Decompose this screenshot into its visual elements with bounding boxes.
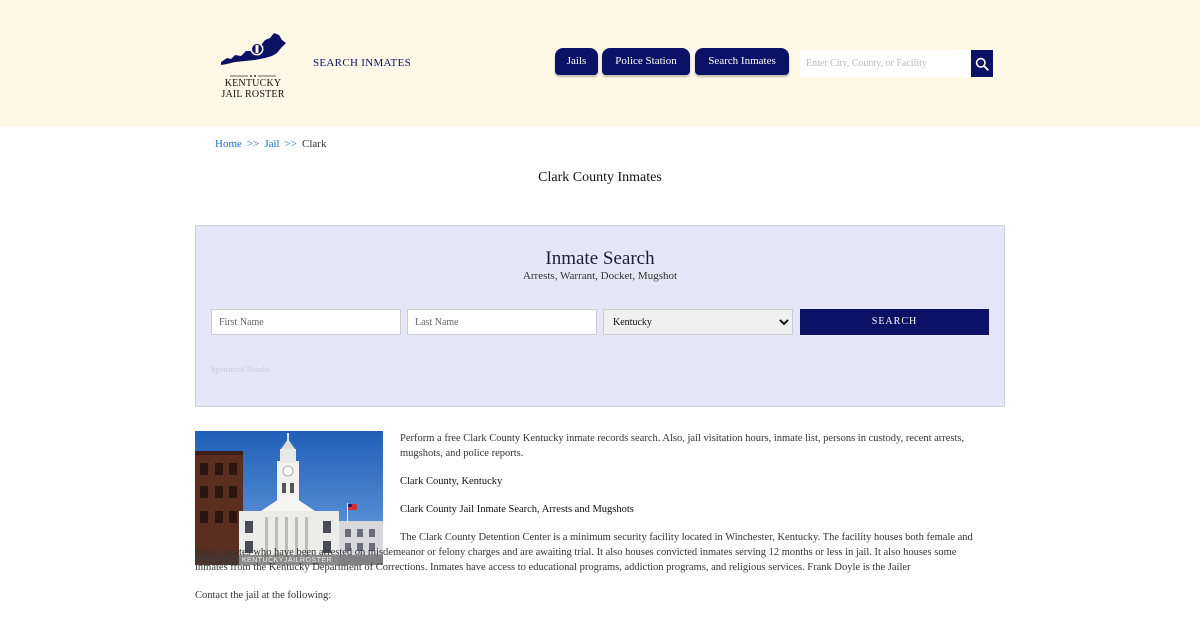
contact-intro: Contact the jail at the following: (195, 590, 332, 601)
breadcrumb-jail-link[interactable]: Jail (264, 138, 279, 150)
search-inmates-link[interactable]: SEARCH INMATES (313, 57, 411, 69)
county-heading: Clark County, Kentucky (400, 476, 503, 487)
last-name-field[interactable] (407, 309, 597, 335)
page-title: Clark County Inmates (538, 170, 662, 185)
breadcrumb-home-link[interactable]: Home (215, 138, 242, 150)
magnifier-icon (975, 57, 989, 71)
site-logo[interactable]: KENTUCKY JAIL ROSTER (216, 26, 290, 102)
kentucky-map-icon (221, 33, 286, 65)
breadcrumb-separator: >> (284, 138, 298, 150)
logo-text: KENTUCKY JAIL ROSTER (216, 78, 290, 100)
first-name-field[interactable] (211, 309, 401, 335)
facility-search-input[interactable] (800, 50, 972, 77)
logo-line1: KENTUCKY (224, 78, 282, 89)
nav-jails-button[interactable]: Jails (555, 48, 598, 75)
logo-line2: JAIL ROSTER (221, 89, 285, 100)
county-content: Perform a free Clark County Kentucky inm… (195, 431, 990, 616)
jail-search-heading: Clark County Jail Inmate Search, Arrests… (400, 504, 634, 515)
inmate-search-panel: Inmate Search Arrests, Warrant, Docket, … (195, 225, 1005, 407)
breadcrumb-separator: >> (246, 138, 260, 150)
state-select[interactable]: Kentucky (603, 309, 793, 335)
site-header: KENTUCKY JAIL ROSTER SEARCH INMATES Jail… (0, 0, 1200, 127)
breadcrumb: Home >> Jail >> Clark (215, 138, 326, 150)
breadcrumb-current: Clark (302, 138, 327, 150)
inmate-search-subtitle: Arrests, Warrant, Docket, Mugshot (522, 270, 678, 282)
inmate-search-title: Inmate Search (545, 248, 655, 269)
facility-search-button[interactable] (971, 50, 993, 77)
nav-search-inmates-button[interactable]: Search Inmates (695, 48, 789, 75)
sponsored-results-label: Sponsored Results (211, 365, 271, 374)
inmate-search-button[interactable]: SEARCH (800, 309, 989, 335)
nav-police-station-button[interactable]: Police Station (602, 48, 690, 75)
intro-paragraph: Perform a free Clark County Kentucky inm… (400, 433, 965, 459)
facility-description: The Clark County Detention Center is a m… (195, 532, 973, 573)
